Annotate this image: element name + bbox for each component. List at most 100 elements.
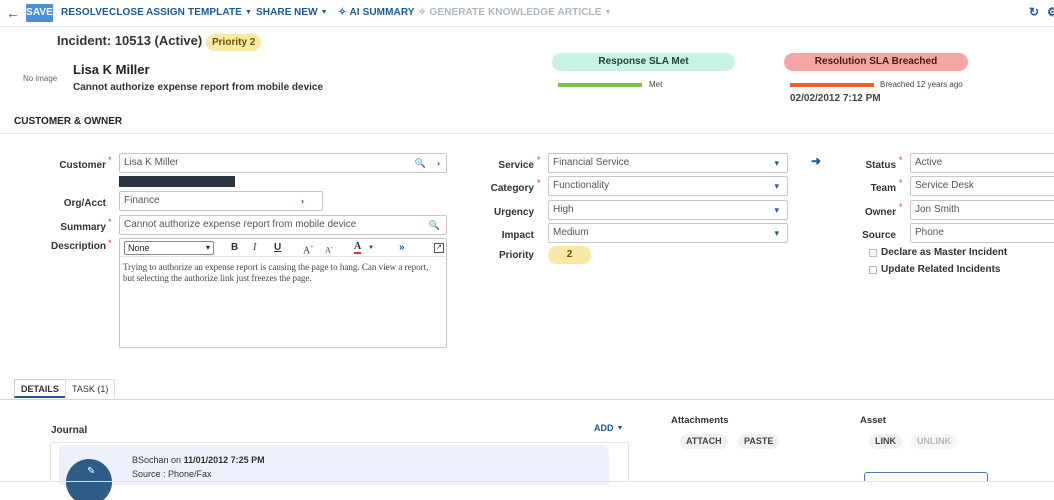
- urgency-select[interactable]: High ▾: [548, 200, 788, 220]
- owner-label: Owner: [864, 207, 896, 218]
- unlink-button[interactable]: UNLINK: [911, 434, 957, 449]
- chevron-right-icon[interactable]: ›: [301, 192, 304, 210]
- section-divider: [0, 133, 1054, 134]
- tab-task[interactable]: TASK (1): [65, 379, 116, 398]
- service-label: Service: [498, 160, 534, 171]
- template-button[interactable]: TEMPLATE ▼: [188, 4, 252, 22]
- chevron-down-icon: ▾: [774, 158, 779, 168]
- search-icon[interactable]: 🔍: [415, 154, 426, 172]
- description-editor[interactable]: None ▾ B I U A+ A- A ▼ » ↗ Trying to aut…: [119, 238, 447, 348]
- generate-ka-label: GENERATE KNOWLEDGE ARTICLE: [429, 7, 602, 18]
- description-label: Description: [50, 241, 106, 252]
- font-color-icon[interactable]: A: [354, 241, 362, 254]
- customer-label: Customer: [59, 160, 106, 171]
- bottom-divider: [0, 481, 1054, 482]
- chevron-down-icon: ▾: [774, 228, 779, 238]
- master-incident-label: Declare as Master Incident: [881, 247, 1008, 258]
- close-button[interactable]: CLOSE: [109, 4, 144, 22]
- update-related-checkbox[interactable]: Update Related Incidents: [869, 264, 1000, 275]
- back-arrow-icon[interactable]: ←: [6, 4, 22, 22]
- required-indicator: *: [108, 155, 112, 165]
- settings-icon[interactable]: ⚙: [1047, 5, 1054, 19]
- arrow-right-icon[interactable]: ➜: [811, 154, 821, 168]
- impact-label: Impact: [501, 230, 534, 241]
- priority-label: Priority: [498, 250, 534, 261]
- journal-add-button[interactable]: ADD ▼: [594, 423, 623, 433]
- chevron-down-icon: ▼: [616, 425, 624, 432]
- journal-entry-header: BSochan on 11/01/2012 7:25 PM: [132, 455, 265, 465]
- service-select[interactable]: Financial Service ▾: [548, 153, 788, 173]
- refresh-icon[interactable]: ↻: [1029, 5, 1039, 19]
- incident-subject: Cannot authorize expense report from mob…: [73, 82, 324, 93]
- description-text: Trying to authorize an expense report is…: [123, 262, 429, 283]
- link-button[interactable]: LINK: [869, 434, 902, 449]
- impact-select-value: Medium: [553, 227, 589, 238]
- paste-button[interactable]: PASTE: [738, 434, 780, 449]
- journal-entry-date: 11/01/2012 7:25 PM: [183, 455, 265, 465]
- response-sla-bar: [558, 83, 642, 87]
- new-button[interactable]: NEW ▼: [294, 4, 328, 22]
- format-select-value: None: [128, 243, 150, 253]
- chevron-down-icon: ▾: [774, 181, 779, 191]
- team-field-value: Service Desk: [915, 180, 974, 191]
- status-label: Status: [865, 160, 896, 171]
- tab-details[interactable]: DETAILS: [14, 379, 66, 398]
- priority-badge: Priority 2: [206, 34, 262, 51]
- owner-field-value: Jon Smith: [915, 204, 960, 215]
- journal-add-label: ADD: [594, 423, 614, 433]
- master-incident-checkbox[interactable]: Declare as Master Incident: [869, 247, 1007, 258]
- attach-button[interactable]: ATTACH: [680, 434, 728, 449]
- new-label: NEW: [294, 7, 318, 18]
- page-title: Incident: 10513 (Active): [57, 33, 203, 48]
- owner-field[interactable]: Jon Smith: [910, 200, 1054, 220]
- checkbox-box[interactable]: [869, 265, 877, 274]
- resolve-button[interactable]: RESOLVE: [61, 4, 109, 22]
- italic-icon[interactable]: I: [253, 241, 256, 255]
- source-field-value: Phone: [915, 227, 944, 238]
- priority-value-badge: 2: [548, 246, 591, 264]
- share-button[interactable]: SHARE: [256, 4, 292, 22]
- team-field[interactable]: Service Desk: [910, 176, 1054, 196]
- font-size-increase-icon[interactable]: A+: [303, 241, 314, 258]
- more-options-icon[interactable]: »: [399, 241, 405, 255]
- required-indicator: *: [537, 178, 541, 188]
- required-indicator: *: [537, 155, 541, 165]
- chevron-down-icon[interactable]: ▼: [368, 241, 374, 255]
- journal-title: Journal: [51, 425, 88, 436]
- summary-field[interactable]: Cannot authorize expense report from mob…: [119, 215, 447, 235]
- org-field[interactable]: Finance ›: [119, 191, 323, 211]
- source-field[interactable]: Phone: [910, 223, 1054, 243]
- summary-label: Summary: [60, 222, 106, 233]
- generate-knowledge-article-button[interactable]: ✧ GENERATE KNOWLEDGE ARTICLE ▼: [418, 4, 612, 22]
- required-indicator: *: [899, 202, 903, 212]
- category-select[interactable]: Functionality ▾: [548, 176, 788, 196]
- expand-icon[interactable]: ↗: [434, 243, 444, 253]
- chevron-right-icon[interactable]: ›: [437, 154, 440, 172]
- customer-field[interactable]: Lisa K Miller 🔍 ›: [119, 153, 447, 173]
- bold-icon[interactable]: B: [231, 241, 238, 255]
- chevron-down-icon: ▼: [604, 9, 612, 16]
- summary-field-value: Cannot authorize expense report from mob…: [124, 219, 357, 230]
- chevron-down-icon: ▼: [320, 9, 328, 16]
- org-field-value: Finance: [124, 195, 160, 206]
- ai-summary-button[interactable]: ✧ AI SUMMARY: [338, 4, 415, 22]
- response-sla-badge: Response SLA Met: [552, 53, 735, 71]
- response-sla-status: Met: [649, 80, 663, 89]
- format-select[interactable]: None ▾: [124, 241, 214, 255]
- required-indicator: *: [108, 238, 112, 248]
- journal-entry-author: BSochan: [132, 455, 169, 465]
- save-button[interactable]: SAVE: [26, 4, 53, 22]
- resolution-sla-status: Breached 12 years ago: [880, 80, 963, 89]
- customer-field-value: Lisa K Miller: [124, 157, 179, 168]
- assign-button[interactable]: ASSIGN: [146, 4, 185, 22]
- status-field[interactable]: Active: [910, 153, 1054, 173]
- update-related-label: Update Related Incidents: [881, 264, 1001, 275]
- search-icon[interactable]: 🔍: [429, 216, 440, 234]
- team-label: Team: [870, 183, 896, 194]
- impact-select[interactable]: Medium ▾: [548, 223, 788, 243]
- checkbox-box[interactable]: [869, 248, 877, 257]
- font-size-decrease-icon[interactable]: A-: [325, 241, 333, 258]
- underline-icon[interactable]: U: [274, 241, 281, 255]
- resolution-sla-bar: [790, 83, 874, 87]
- journal-entry[interactable]: [59, 445, 609, 485]
